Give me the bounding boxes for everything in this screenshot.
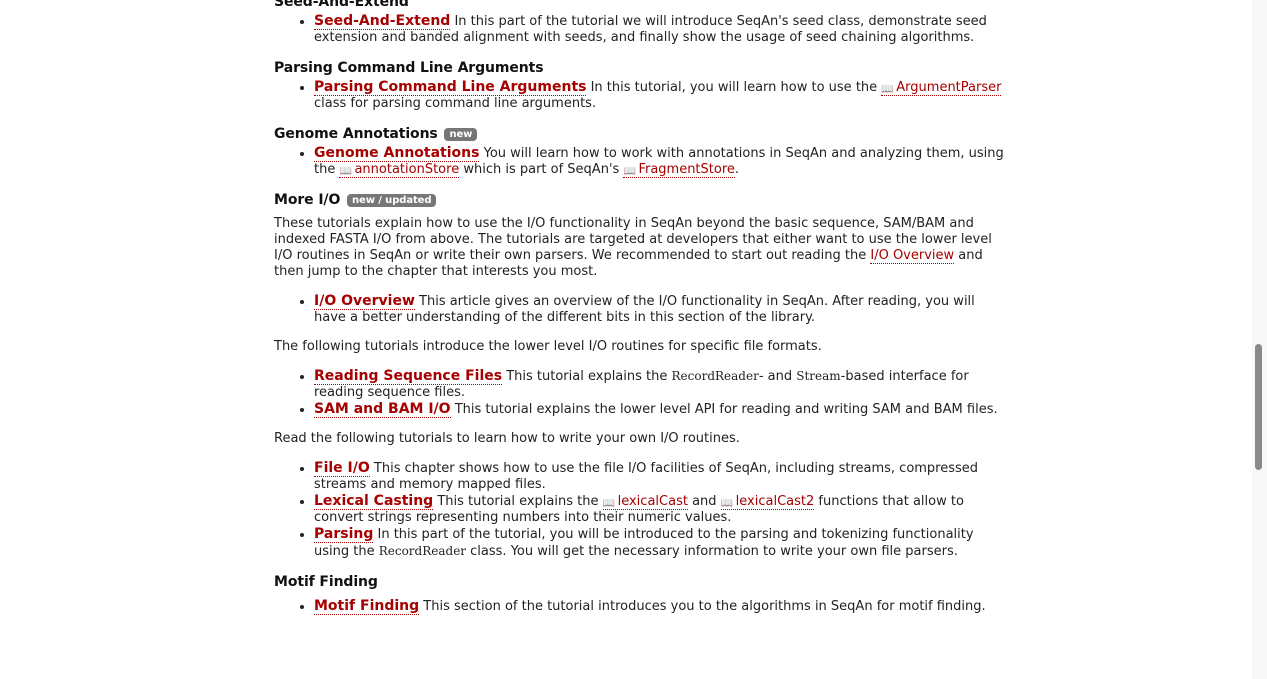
more-io-intro: These tutorials explain how to use the I…	[274, 216, 1008, 280]
list-item: Motif Finding This section of the tutori…	[314, 598, 1008, 615]
own-io-intro: Read the following tutorials to learn ho…	[274, 431, 740, 446]
book-icon: 📖	[720, 498, 734, 509]
link-parsing-cli[interactable]: Parsing Command Line Arguments	[314, 79, 587, 96]
list-file-formats: Reading Sequence Files This tutorial exp…	[274, 368, 1008, 418]
item-description: and	[687, 494, 721, 509]
badge-new-updated: new / updated	[347, 194, 437, 207]
list-item: Lexical Casting This tutorial explains t…	[314, 493, 1008, 526]
dox-link-label: lexicalCast2	[735, 494, 815, 509]
list-genome-annotations: Genome Annotations You will learn how to…	[274, 145, 1008, 178]
formats-intro: The following tutorials introduce the lo…	[274, 339, 822, 354]
heading-text: Genome Annotations	[274, 126, 438, 142]
dox-link-label: ArgumentParser	[896, 80, 1002, 95]
list-item: Parsing Command Line Arguments In this t…	[314, 79, 1008, 112]
item-description: In this tutorial, you will learn how to …	[586, 80, 882, 95]
heading-text: More I/O	[274, 192, 341, 208]
heading-motif-finding: Motif Finding	[274, 574, 378, 590]
dox-link-label: lexicalCast	[617, 494, 688, 509]
dox-link-lexicalcast[interactable]: 📖 lexicalCast	[602, 494, 688, 510]
list-item: SAM and BAM I/O This tutorial explains t…	[314, 401, 1008, 418]
book-icon: 📖	[623, 166, 636, 177]
badge-new: new	[444, 128, 478, 141]
item-description: which is part of SeqAn's	[459, 162, 624, 177]
dox-link-fragmentstore[interactable]: 📖 FragmentStore	[623, 162, 735, 178]
section-seed-and-extend: Seed-And-Extend Seed-And-Extend In this …	[274, 0, 1008, 46]
tutorial-content: Seed-And-Extend Seed-And-Extend In this …	[274, 0, 1008, 626]
item-description: This tutorial explains the lower level A…	[450, 402, 998, 417]
list-motif-finding: Motif Finding This section of the tutori…	[274, 598, 1008, 615]
list-item: Genome Annotations You will learn how to…	[314, 145, 1008, 178]
item-description: This tutorial explains the	[433, 494, 603, 509]
item-description: This section of the tutorial introduces …	[419, 599, 986, 614]
list-item: Seed-And-Extend In this part of the tuto…	[314, 13, 1008, 46]
list-seed-and-extend: Seed-And-Extend In this part of the tuto…	[274, 13, 1008, 46]
list-item: I/O Overview This article gives an overv…	[314, 293, 1008, 326]
list-item: Parsing In this part of the tutorial, yo…	[314, 526, 1008, 560]
list-item: Reading Sequence Files This tutorial exp…	[314, 368, 1008, 401]
dox-link-annotationstore[interactable]: 📖 annotationStore	[339, 162, 460, 178]
section-motif-finding: Motif Finding Motif Finding This section…	[274, 571, 1008, 615]
heading-genome-annotations: Genome Annotations new	[274, 123, 1008, 145]
dox-link-label: FragmentStore	[638, 162, 735, 177]
dox-link-argumentparser[interactable]: 📖 ArgumentParser	[881, 80, 1002, 96]
code-recordreader: RecordReader	[378, 544, 467, 558]
heading-seed-and-extend: Seed-And-Extend	[274, 0, 409, 10]
item-description: class. You will get the necessary inform…	[466, 544, 958, 559]
item-description: - and	[758, 369, 797, 384]
item-description: This chapter shows how to use the file I…	[314, 461, 979, 492]
link-sam-bam-io[interactable]: SAM and BAM I/O	[314, 401, 451, 418]
link-parsing[interactable]: Parsing	[314, 526, 374, 543]
link-seed-and-extend[interactable]: Seed-And-Extend	[314, 13, 451, 30]
item-description: This tutorial explains the	[502, 369, 672, 384]
link-file-io[interactable]: File I/O	[314, 460, 370, 477]
section-parsing-cli: Parsing Command Line Arguments Parsing C…	[274, 57, 1008, 112]
book-icon: 📖	[602, 498, 616, 509]
dox-link-lexicalcast2[interactable]: 📖 lexicalCast2	[720, 494, 815, 510]
list-parsing-cli: Parsing Command Line Arguments In this t…	[274, 79, 1008, 112]
section-more-io: More I/O new / updated These tutorials e…	[274, 189, 1008, 560]
list-item: File I/O This chapter shows how to use t…	[314, 460, 1008, 493]
link-io-overview-inline[interactable]: I/O Overview	[870, 248, 955, 264]
section-genome-annotations: Genome Annotations new Genome Annotation…	[274, 123, 1008, 178]
link-motif-finding[interactable]: Motif Finding	[314, 598, 420, 615]
code-recordreader: RecordReader	[671, 369, 759, 383]
vertical-scrollbar[interactable]	[1252, 0, 1267, 679]
link-lexical-casting[interactable]: Lexical Casting	[314, 493, 434, 510]
link-reading-sequence-files[interactable]: Reading Sequence Files	[314, 368, 503, 385]
scrollbar-thumb[interactable]	[1255, 344, 1262, 470]
book-icon: 📖	[881, 84, 894, 95]
list-own-io: File I/O This chapter shows how to use t…	[274, 460, 1008, 560]
heading-parsing-cli: Parsing Command Line Arguments	[274, 60, 544, 76]
book-icon: 📖	[339, 166, 352, 177]
link-io-overview[interactable]: I/O Overview	[314, 293, 415, 310]
dox-link-label: annotationStore	[354, 162, 460, 177]
list-io-overview: I/O Overview This article gives an overv…	[274, 293, 1008, 326]
link-genome-annotations[interactable]: Genome Annotations	[314, 145, 480, 162]
heading-more-io: More I/O new / updated	[274, 189, 1008, 211]
code-stream: Stream	[796, 369, 841, 383]
item-description: .	[734, 162, 740, 177]
item-description: class for parsing command line arguments…	[314, 96, 597, 111]
